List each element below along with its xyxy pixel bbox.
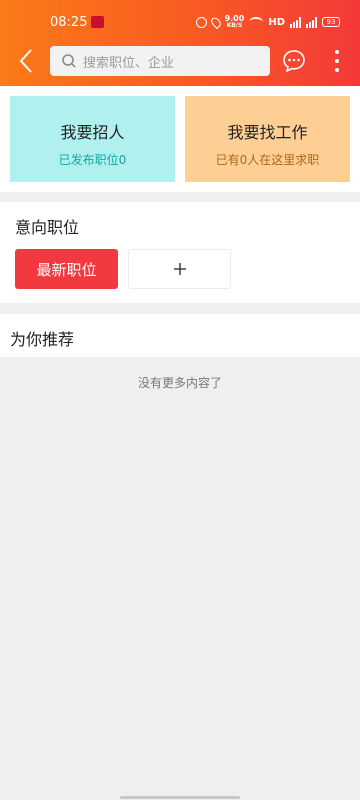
back-button[interactable] [16, 46, 38, 76]
role-cards-panel: 我要招人 已发布职位0 我要找工作 已有0人在这里求职 [0, 86, 360, 192]
net-speed-unit: KB/S [226, 22, 243, 29]
job-seek-card-subtitle: 已有0人在这里求职 [215, 153, 320, 167]
search-input[interactable]: 搜索职位、企业 [50, 46, 270, 76]
signal-icon [290, 16, 301, 28]
net-speed-value: 9.00 [224, 14, 245, 23]
top-header: 08:25 9.00 KB/S HD 93 搜索职位、企业 [0, 0, 360, 86]
recommend-section-title: 为你推荐 [10, 330, 75, 349]
search-placeholder: 搜索职位、企业 [83, 55, 175, 71]
latest-positions-button[interactable]: 最新职位 [15, 249, 118, 289]
hd-indicator: HD [268, 16, 285, 28]
wifi-icon [249, 17, 264, 27]
more-menu-button[interactable] [330, 46, 344, 76]
chat-bubble-icon [283, 50, 305, 73]
signal-icon-2 [306, 16, 317, 28]
job-seek-card[interactable]: 我要找工作 已有0人在这里求职 [185, 96, 350, 182]
no-more-content-text: 没有更多内容了 [137, 376, 222, 390]
recruit-card[interactable]: 我要招人 已发布职位0 [10, 96, 175, 182]
recruit-card-subtitle: 已发布职位0 [58, 153, 127, 167]
intent-positions-panel: 意向职位 最新职位 [0, 202, 360, 303]
search-icon [62, 54, 76, 68]
intent-section-title: 意向职位 [15, 218, 80, 237]
app-notification-icon [91, 16, 104, 28]
status-bar: 08:25 9.00 KB/S HD 93 [0, 8, 360, 36]
net-speed: 9.00 KB/S [224, 14, 245, 30]
status-time: 08:25 [50, 15, 88, 30]
plus-icon [173, 263, 186, 275]
job-seek-card-title: 我要找工作 [227, 123, 308, 142]
battery-icon: 93 [322, 17, 340, 27]
recommend-header: 为你推荐 [0, 314, 360, 357]
back-arrow-icon [19, 49, 32, 73]
home-indicator[interactable] [120, 796, 240, 799]
location-icon [208, 15, 223, 29]
message-button[interactable] [281, 48, 307, 74]
alarm-icon [195, 16, 207, 28]
recruit-card-title: 我要招人 [60, 123, 125, 142]
add-intent-button[interactable] [128, 249, 231, 289]
more-vertical-icon [335, 50, 339, 72]
status-icons: 9.00 KB/S HD 93 [195, 14, 340, 30]
